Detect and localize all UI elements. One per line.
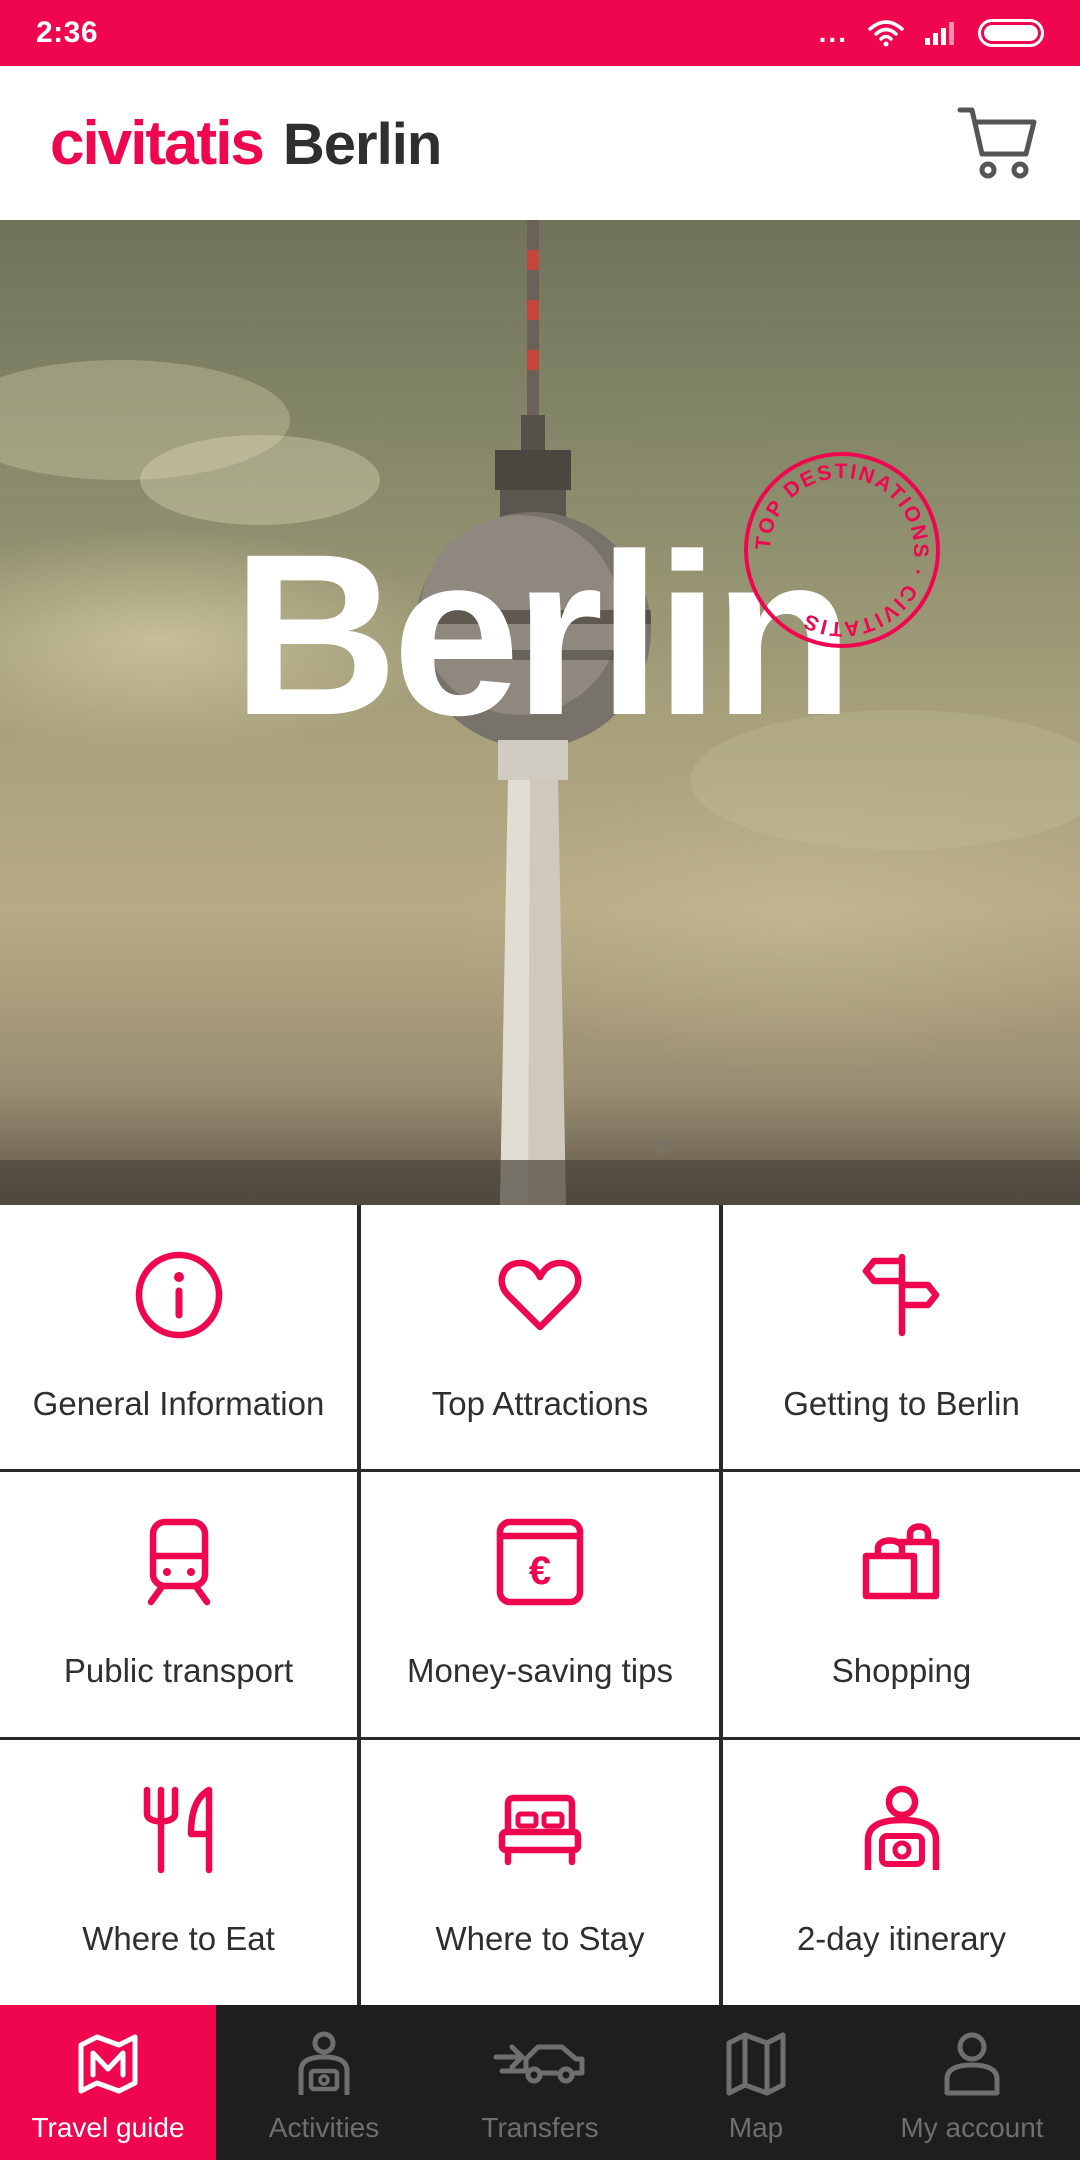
top-destinations-stamp: TOP DESTINATIONS · CIVITATIS: [744, 452, 940, 648]
tile-label: Top Attractions: [431, 1385, 649, 1422]
folded-map-icon: [716, 2024, 796, 2104]
city-title: Berlin: [282, 111, 442, 177]
nav-map[interactable]: Map: [648, 2005, 864, 2160]
tile-label: Money-saving tips: [407, 1652, 673, 1689]
nav-label: Travel guide: [31, 2112, 185, 2143]
wifi-icon: [868, 20, 904, 47]
tile-shopping[interactable]: Shopping: [723, 1472, 1080, 1737]
brand: civitatis Berlin: [50, 108, 442, 179]
tile-where-to-stay[interactable]: Where to Stay: [361, 1740, 719, 2005]
backpacker-icon: [284, 2024, 364, 2104]
car-transfer-icon: [490, 2024, 590, 2104]
shopping-bags-icon: [852, 1512, 952, 1612]
nav-activities[interactable]: Activities: [216, 2005, 432, 2160]
tile-public-transport[interactable]: Public transport: [0, 1472, 357, 1737]
status-bar: 2:36 ...: [0, 0, 1080, 66]
status-time: 2:36: [36, 16, 99, 49]
nav-transfers[interactable]: Transfers: [432, 2005, 648, 2160]
tile-label: Public transport: [63, 1652, 294, 1689]
user-icon: [932, 2024, 1012, 2104]
tile-label: Where to Stay: [435, 1920, 645, 1957]
tile-label: General Information: [32, 1385, 325, 1422]
tile-label: Shopping: [831, 1652, 972, 1689]
shopping-cart-icon: [957, 107, 1037, 179]
tile-label: Where to Eat: [82, 1920, 275, 1957]
cart-button[interactable]: [952, 98, 1042, 188]
tile-where-to-eat[interactable]: Where to Eat: [0, 1740, 357, 2005]
signpost-icon: [852, 1245, 952, 1345]
tile-top-attractions[interactable]: Top Attractions: [361, 1205, 719, 1469]
nav-travel-guide[interactable]: Travel guide: [0, 2005, 216, 2160]
guide-menu-grid: General Information Top Attractions Gett…: [0, 1205, 1080, 2005]
train-icon: [129, 1512, 229, 1612]
svg-text:TOP DESTINATIONS · CIVITATIS: TOP DESTINATIONS · CIVITATIS: [752, 460, 932, 640]
info-icon: [129, 1245, 229, 1345]
nav-label: Transfers: [481, 2112, 599, 2143]
nav-label: Map: [728, 2112, 784, 2143]
tile-2-day-itinerary[interactable]: 2-day itinerary: [723, 1740, 1080, 2005]
tile-label: Getting to Berlin: [783, 1385, 1020, 1422]
cellular-signal-icon: [925, 22, 954, 45]
civitatis-logo: civitatis: [50, 108, 265, 178]
status-icons: ...: [819, 19, 1044, 47]
nav-my-account[interactable]: My account: [864, 2005, 1080, 2160]
tile-label: 2-day itinerary: [796, 1920, 1007, 1957]
hero-banner: Berlin TOP DESTINATIONS · CIVITATIS: [0, 220, 1080, 1205]
svg-text:€: €: [529, 1549, 551, 1593]
stamp-text: TOP DESTINATIONS · CIVITATIS: [752, 460, 930, 640]
battery-icon: [978, 19, 1044, 47]
nav-label: Activities: [268, 2112, 380, 2143]
more-dots-icon: ...: [818, 17, 848, 48]
fork-knife-icon: [129, 1780, 229, 1880]
map-m-icon: [68, 2024, 148, 2104]
tile-general-information[interactable]: General Information: [0, 1205, 357, 1469]
euro-wallet-icon: €: [490, 1512, 590, 1612]
tile-money-saving-tips[interactable]: € Money-saving tips: [361, 1472, 719, 1737]
tourist-camera-icon: [852, 1780, 952, 1880]
heart-icon: [490, 1245, 590, 1345]
app-header: civitatis Berlin: [0, 66, 1080, 220]
bed-icon: [490, 1780, 590, 1880]
nav-label: My account: [900, 2112, 1044, 2143]
tile-getting-to-berlin[interactable]: Getting to Berlin: [723, 1205, 1080, 1469]
bottom-navigation: Travel guide Activities Transfers Map My…: [0, 2005, 1080, 2160]
